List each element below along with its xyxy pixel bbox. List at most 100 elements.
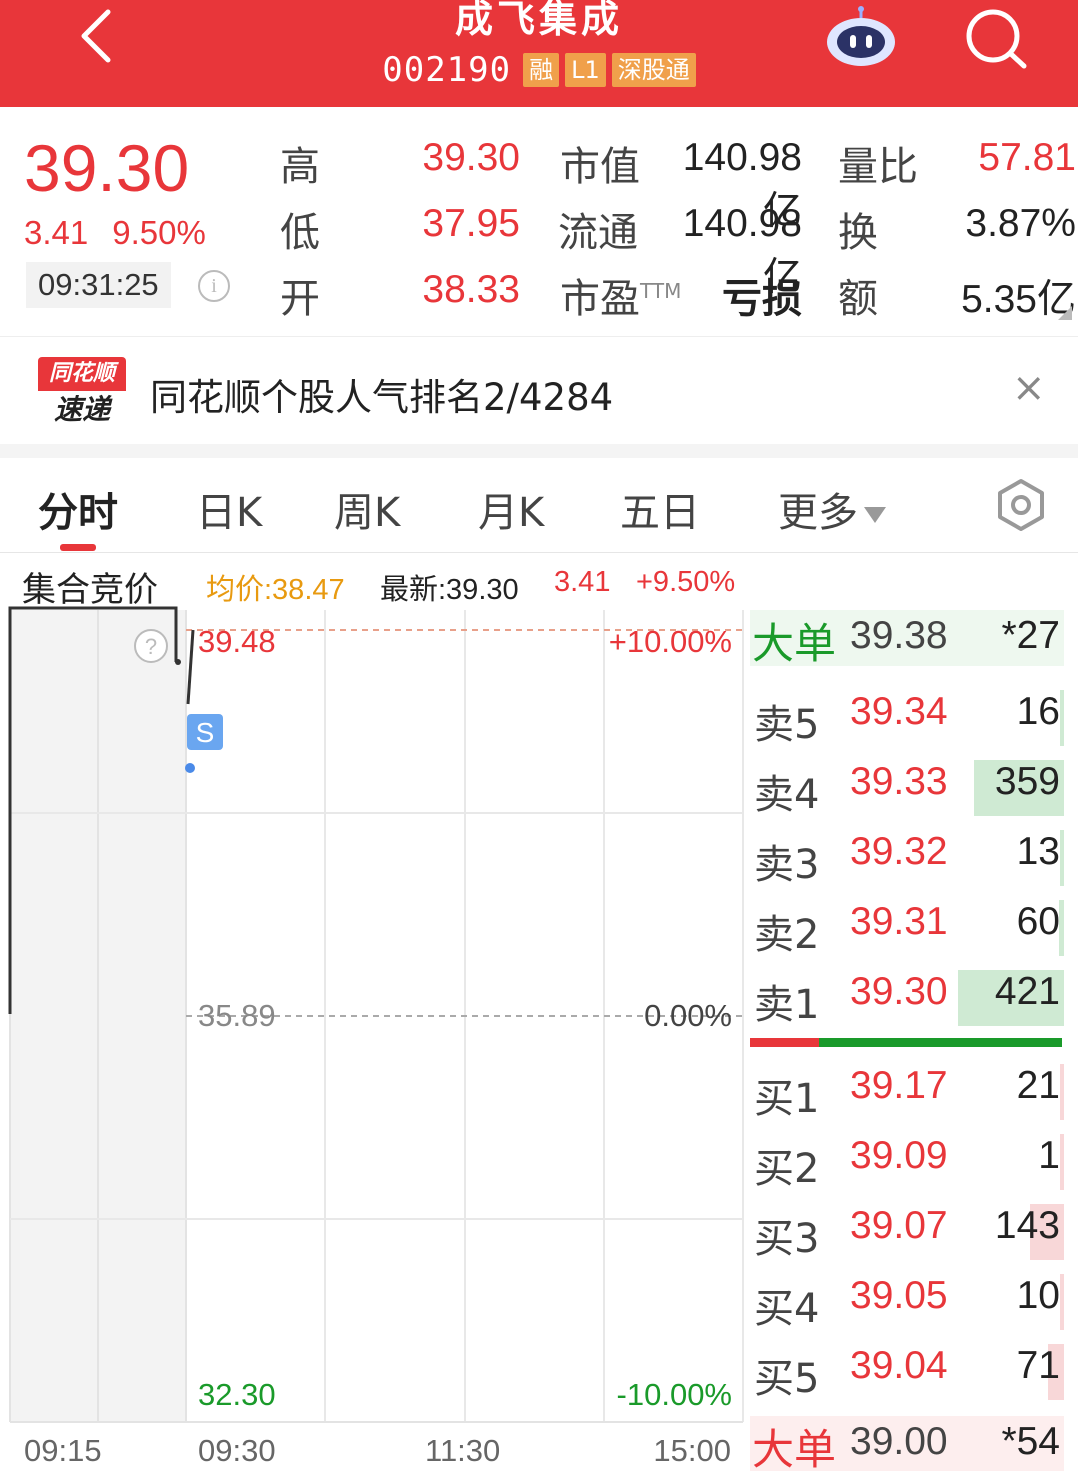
info-icon[interactable]: i [198,270,230,302]
current-price: 39.30 [24,131,190,205]
buys-volume: 71 [1016,1344,1060,1387]
buys-level-label: 买5 [754,1356,820,1402]
big-sell-volume: *27 [1001,614,1060,657]
market-cap-label: 市值 [560,144,640,190]
price-change: 3.41 [24,214,89,251]
y-label-top: 39.48 [198,624,276,659]
sells-row-4[interactable]: 卖2 39.31 60 [750,894,1064,958]
tab-more-label: 更多 [778,490,858,536]
sells-row-5[interactable]: 卖1 39.30 421 [750,964,1064,1028]
sells-level-label: 卖5 [754,702,820,748]
sells-volume: 359 [994,760,1060,803]
x-label-0930: 09:30 [198,1433,276,1468]
big-sell-label: 大单 [752,619,837,668]
chart-svg: ? S 39.48 35.89 32.30 +10.00% 0.00% -10.… [8,606,744,1468]
stock-code: 002190 [382,50,512,90]
top-bar: 成飞集成 002190 融 L1 深股通 [0,0,1078,107]
help-icon[interactable]: ? [134,629,168,663]
close-icon[interactable]: × [1012,368,1046,408]
sells-level-label: 卖2 [754,912,820,958]
settings-icon[interactable] [994,478,1048,532]
tab-weekly-k[interactable]: 周K [334,480,400,538]
buys-price: 39.17 [850,1064,948,1107]
intraday-chart[interactable]: ? S 39.48 35.89 32.30 +10.00% 0.00% -10.… [0,600,745,1471]
sells-level-label: 卖4 [754,772,820,818]
buys-volume: 21 [1016,1064,1060,1107]
pct-label-bottom: -10.00% [617,1377,732,1412]
buys-level-label: 买3 [754,1216,820,1262]
buys-level-label: 买4 [754,1286,820,1332]
stock-code-row: 002190 融 L1 深股通 [0,50,1078,90]
buy-ratio-segment [818,1038,1062,1047]
buys-row-5[interactable]: 买5 39.04 71 [750,1338,1064,1402]
volume-ratio-label: 量比 [838,144,918,190]
sells-row-3[interactable]: 卖3 39.32 13 [750,824,1064,888]
sells-volume-bar [1060,690,1064,746]
sells-price: 39.32 [850,830,948,873]
high-label: 高 [280,144,320,190]
sells-volume: 16 [1016,690,1060,733]
header-change: 3.41 [554,566,611,598]
x-label-1500: 15:00 [653,1433,731,1468]
price-change-row: 3.41 9.50% [24,214,206,252]
buys-level-label: 买1 [754,1076,820,1122]
buys-price: 39.07 [850,1204,948,1247]
y-label-bottom: 32.30 [198,1377,276,1412]
tab-intraday[interactable]: 分时 [38,480,118,538]
turnover-label: 换 [838,210,878,256]
price-change-pct: 9.50% [112,214,206,251]
amount-value: 5.35亿 [961,278,1076,321]
amount-label: 额 [838,276,878,322]
buys-price: 39.04 [850,1344,948,1387]
sells-row-2[interactable]: 卖4 39.33 359 [750,754,1064,818]
tab-five-day[interactable]: 五日 [620,480,700,538]
logo-bottom-text: 速递 [53,393,110,426]
tab-monthly-k[interactable]: 月K [478,480,544,538]
sells-price: 39.30 [850,970,948,1013]
search-icon[interactable] [960,6,1030,70]
logo-top-text: 同花顺 [38,357,126,391]
big-sell-order-row[interactable]: 大单 39.38 *27 [750,610,1064,668]
low-label: 低 [280,210,320,256]
tab-more[interactable]: 更多 [778,480,886,538]
buys-price: 39.09 [850,1134,948,1177]
sells-volume-bar [1060,830,1064,886]
big-buy-price: 39.00 [850,1420,948,1463]
x-label-1130: 11:30 [425,1433,500,1468]
sells-price: 39.34 [850,690,948,733]
sells-price: 39.33 [850,760,948,803]
x-label-0915: 09:15 [24,1433,102,1468]
buys-price: 39.05 [850,1274,948,1317]
pe-value: 亏损 [722,277,802,321]
buys-row-1[interactable]: 买1 39.17 21 [750,1058,1064,1122]
sells-row-1[interactable]: 卖5 39.34 16 [750,684,1064,748]
sells-volume: 60 [1016,900,1060,943]
buy-sell-ratio-bar [750,1038,1062,1047]
active-tab-indicator [60,544,96,551]
banner-text: 同花顺个股人气排名2/4284 [150,376,614,419]
sell-ratio-segment [750,1038,819,1047]
tab-daily-k[interactable]: 日K [196,480,262,538]
robot-assistant-icon[interactable] [824,6,898,68]
buys-row-2[interactable]: 买2 39.09 1 [750,1128,1064,1192]
sell-signal-marker[interactable]: S [185,714,223,773]
big-buy-order-row[interactable]: 大单 39.00 *54 [750,1416,1064,1471]
volume-ratio-value: 57.81 [978,136,1076,179]
dropdown-arrow-icon [864,507,886,523]
tabs-divider [0,552,1078,553]
header-change-pct: +9.50% [636,566,736,598]
sell-signal-text: S [196,717,215,748]
open-label: 开 [280,276,320,322]
signal-dot [185,763,195,773]
ths-logo: 同花顺 速递 [38,357,126,429]
buys-row-4[interactable]: 买4 39.05 10 [750,1268,1064,1332]
expand-corner-icon[interactable] [1058,306,1072,320]
buys-volume-bar [1060,1064,1064,1120]
sells-volume: 421 [994,970,1060,1013]
high-value: 39.30 [422,136,520,179]
buys-row-3[interactable]: 买3 39.07 143 [750,1198,1064,1262]
news-banner[interactable]: 同花顺 速递 同花顺个股人气排名2/4284 [0,336,1078,444]
sells-volume: 13 [1016,830,1060,873]
auction-point [175,659,181,665]
buys-volume: 143 [994,1204,1060,1247]
